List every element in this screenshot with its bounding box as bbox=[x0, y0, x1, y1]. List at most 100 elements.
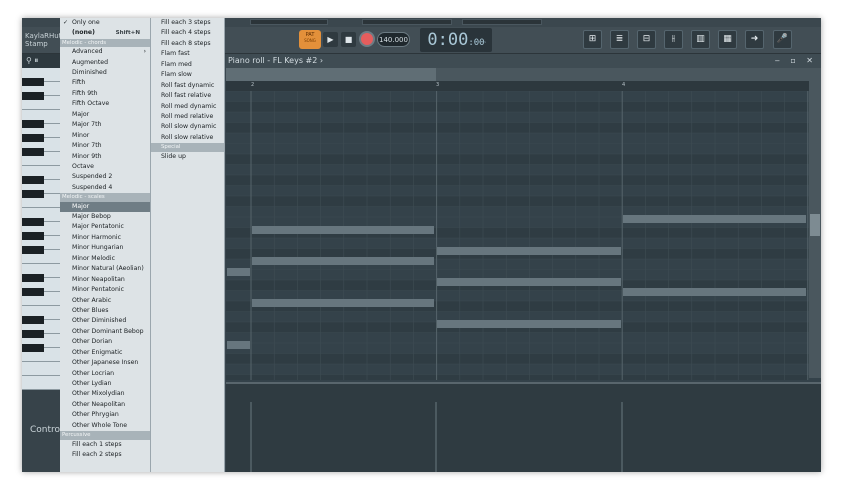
tempo-display[interactable]: 140.000 bbox=[377, 32, 410, 47]
piano-keyboard-icon[interactable]: ▦ bbox=[718, 30, 737, 49]
menu-item-roll-med-relative[interactable]: Roll med relative bbox=[151, 112, 224, 122]
vertical-scrollbar[interactable] bbox=[809, 81, 821, 378]
channel-rack-icon[interactable]: ⊟ bbox=[637, 30, 656, 49]
menu-item-minor-natural-aeolian[interactable]: Minor Natural (Aeolian) bbox=[60, 264, 150, 274]
menu-item-other-mixolydian[interactable]: Other Mixolydian bbox=[60, 389, 150, 399]
note-grid[interactable] bbox=[226, 91, 809, 380]
browser-header[interactable]: ⚲ ⏸ bbox=[22, 54, 62, 68]
menu-item-flam-fast[interactable]: Flam fast bbox=[151, 49, 224, 59]
piano-roll-title[interactable]: Piano roll - FL Keys #2 › bbox=[226, 54, 821, 68]
mixer-icon[interactable]: ⫲ bbox=[664, 30, 683, 49]
menu-item-other-phrygian[interactable]: Other Phrygian bbox=[60, 410, 150, 420]
menu-item-fill-each-8-steps[interactable]: Fill each 8 steps bbox=[151, 39, 224, 49]
menu-item-minor-hungarian[interactable]: Minor Hungarian bbox=[60, 243, 150, 253]
time-display[interactable]: 0:00:00 M:S:CS bbox=[420, 28, 492, 52]
menu-item-fill-each-4-steps[interactable]: Fill each 4 steps bbox=[151, 28, 224, 38]
menu-item-fill-each-3-steps[interactable]: Fill each 3 steps bbox=[151, 18, 224, 28]
menu-item-major-7th[interactable]: Major 7th bbox=[60, 120, 150, 130]
menu-item-advanced[interactable]: Advanced › bbox=[60, 47, 150, 57]
black-key[interactable] bbox=[22, 288, 44, 296]
note[interactable] bbox=[252, 226, 434, 234]
menu-item-other-dorian[interactable]: Other Dorian bbox=[60, 337, 150, 347]
black-key[interactable] bbox=[22, 330, 44, 338]
white-key[interactable] bbox=[22, 362, 62, 376]
menu-item-octave[interactable]: Octave bbox=[60, 162, 150, 172]
note[interactable] bbox=[623, 215, 806, 223]
time-ruler[interactable]: 2 3 4 bbox=[226, 81, 821, 91]
menu-item-fifth[interactable]: Fifth bbox=[60, 78, 150, 88]
menu-item-minor-melodic[interactable]: Minor Melodic bbox=[60, 254, 150, 264]
black-key[interactable] bbox=[22, 190, 44, 198]
black-key[interactable] bbox=[22, 316, 44, 324]
menu-item-fill-each-2-steps[interactable]: Fill each 2 steps bbox=[60, 450, 150, 460]
menu-item-other-whole-tone[interactable]: Other Whole Tone bbox=[60, 421, 150, 431]
menu-item-other-neapolitan[interactable]: Other Neapolitan bbox=[60, 400, 150, 410]
menu-item-minor-9th[interactable]: Minor 9th bbox=[60, 152, 150, 162]
menu-item-suspended-4[interactable]: Suspended 4 bbox=[60, 183, 150, 193]
piano-roll-icon[interactable]: ≣ bbox=[610, 30, 629, 49]
menu-item-roll-slow-relative[interactable]: Roll slow relative bbox=[151, 133, 224, 143]
menu-item-roll-fast-relative[interactable]: Roll fast relative bbox=[151, 91, 224, 101]
note[interactable] bbox=[437, 278, 621, 286]
stop-button[interactable]: ■ bbox=[341, 32, 356, 47]
note[interactable] bbox=[437, 320, 621, 328]
menu-item-other-arabic[interactable]: Other Arabic bbox=[60, 296, 150, 306]
menu-item-flam-slow[interactable]: Flam slow bbox=[151, 70, 224, 80]
menu-item-major-pentatonic[interactable]: Major Pentatonic bbox=[60, 222, 150, 232]
roll-overview[interactable] bbox=[226, 68, 821, 81]
piano-keyboard[interactable] bbox=[22, 68, 62, 390]
note[interactable] bbox=[623, 288, 806, 296]
black-key[interactable] bbox=[22, 134, 44, 142]
menu-item-diminished[interactable]: Diminished bbox=[60, 68, 150, 78]
menu-item-suspended-2[interactable]: Suspended 2 bbox=[60, 172, 150, 182]
black-key[interactable] bbox=[22, 218, 44, 226]
menu-item-flam-med[interactable]: Flam med bbox=[151, 60, 224, 70]
menu-item-other-locrian[interactable]: Other Locrian bbox=[60, 369, 150, 379]
menu-item-fill-each-1-steps[interactable]: Fill each 1 steps bbox=[60, 440, 150, 450]
menu-item-major[interactable]: Major bbox=[60, 110, 150, 120]
note[interactable] bbox=[252, 257, 434, 265]
note[interactable] bbox=[227, 341, 250, 349]
menu-item-minor-7th[interactable]: Minor 7th bbox=[60, 141, 150, 151]
note[interactable] bbox=[227, 268, 250, 276]
black-key[interactable] bbox=[22, 78, 44, 86]
white-key[interactable] bbox=[22, 376, 62, 390]
menu-item-minor-harmonic[interactable]: Minor Harmonic bbox=[60, 233, 150, 243]
menu-item-other-blues[interactable]: Other Blues bbox=[60, 306, 150, 316]
black-key[interactable] bbox=[22, 274, 44, 282]
menu-item-minor[interactable]: Minor bbox=[60, 131, 150, 141]
menu-item-roll-slow-dynamic[interactable]: Roll slow dynamic bbox=[151, 122, 224, 132]
menu-item-roll-fast-dynamic[interactable]: Roll fast dynamic bbox=[151, 81, 224, 91]
scrollbar-thumb[interactable] bbox=[810, 214, 820, 236]
playlist-icon[interactable]: ⊞ bbox=[583, 30, 602, 49]
black-key[interactable] bbox=[22, 92, 44, 100]
menu-item-roll-med-dynamic[interactable]: Roll med dynamic bbox=[151, 102, 224, 112]
menu-item-other-enigmatic[interactable]: Other Enigmatic bbox=[60, 348, 150, 358]
black-key[interactable] bbox=[22, 148, 44, 156]
black-key[interactable] bbox=[22, 120, 44, 128]
overview-viewport[interactable] bbox=[226, 68, 436, 81]
menu-item-major[interactable]: Major bbox=[60, 201, 150, 213]
window-controls[interactable]: ‒ ▫ ✕ bbox=[775, 54, 817, 68]
play-button[interactable]: ▶ bbox=[323, 32, 338, 47]
black-key[interactable] bbox=[22, 344, 44, 352]
menu-item-other-diminished[interactable]: Other Diminished bbox=[60, 316, 150, 326]
menu-item-only-one[interactable]: ✓ Only one bbox=[60, 18, 150, 28]
event-editor[interactable] bbox=[226, 382, 821, 472]
menu-item-minor-neapolitan[interactable]: Minor Neapolitan bbox=[60, 275, 150, 285]
arrow-right-icon[interactable]: ➜ bbox=[745, 30, 764, 49]
black-key[interactable] bbox=[22, 246, 44, 254]
black-key[interactable] bbox=[22, 232, 44, 240]
menu-item-other-dominant-bebop[interactable]: Other Dominant Bebop bbox=[60, 327, 150, 337]
record-button[interactable] bbox=[359, 31, 375, 47]
menu-item-none[interactable]: (none) Shift+N bbox=[60, 28, 150, 38]
menu-item-other-japanese-insen[interactable]: Other Japanese Insen bbox=[60, 358, 150, 368]
menu-item-fifth-9th[interactable]: Fifth 9th bbox=[60, 89, 150, 99]
menu-item-major-bebop[interactable]: Major Bebop bbox=[60, 212, 150, 222]
menu-item-other-lydian[interactable]: Other Lydian bbox=[60, 379, 150, 389]
menu-item-slide-up[interactable]: Slide up bbox=[151, 152, 224, 162]
menu-item-fifth-octave[interactable]: Fifth Octave bbox=[60, 99, 150, 109]
note[interactable] bbox=[437, 247, 621, 255]
menu-item-augmented[interactable]: Augmented bbox=[60, 58, 150, 68]
menu-item-minor-pentatonic[interactable]: Minor Pentatonic bbox=[60, 285, 150, 295]
